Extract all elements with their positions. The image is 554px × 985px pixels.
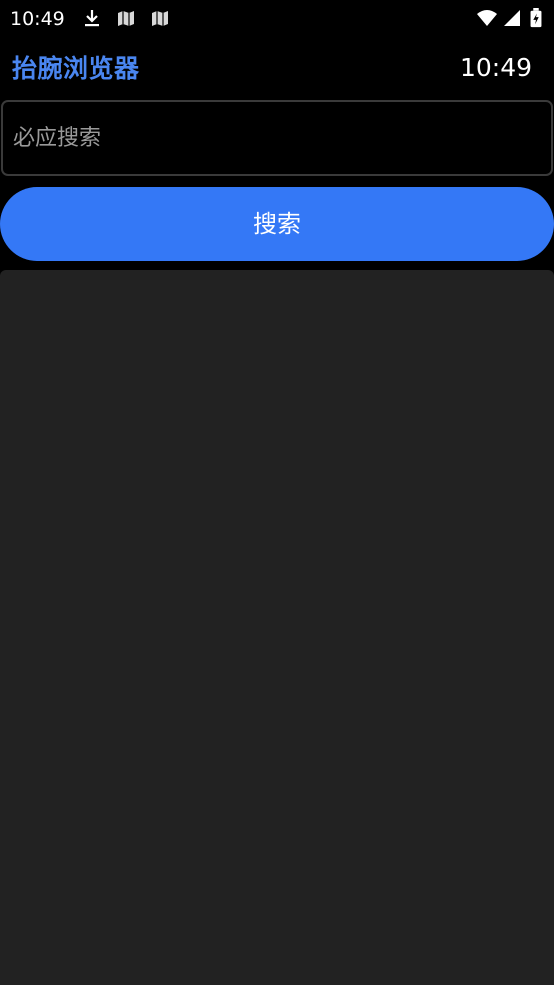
map-icon [152,11,168,26]
search-box [1,100,553,176]
download-icon [85,10,99,27]
status-bar: 10:49 [0,0,554,38]
status-time: 10:49 [10,8,65,30]
battery-icon [530,8,542,28]
result-panel [0,270,554,985]
signal-icon [504,10,520,26]
header-clock: 10:49 [459,53,532,82]
map-icon [118,11,134,26]
search-input[interactable] [3,102,551,174]
app-title: 抬腕浏览器 [12,54,140,83]
wifi-icon [477,10,497,26]
search-button[interactable]: 搜索 [0,187,554,261]
